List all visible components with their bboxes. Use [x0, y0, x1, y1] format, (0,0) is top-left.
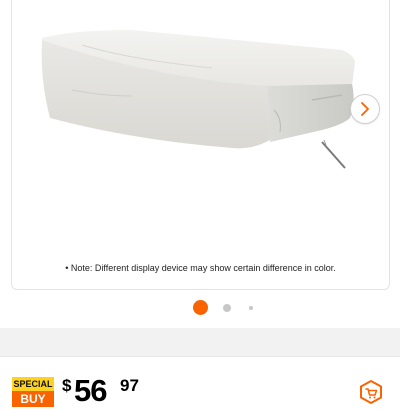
carousel-dot-2[interactable]: [223, 304, 231, 312]
chevron-right-icon: [361, 102, 369, 116]
carousel-dot-3[interactable]: [249, 306, 253, 310]
add-to-cart-button[interactable]: [358, 379, 384, 405]
price-cents: 97: [120, 376, 139, 395]
section-divider: [0, 328, 400, 356]
special-buy-badge-line1: SPECIAL: [12, 377, 54, 391]
special-buy-badge: SPECIAL BUY: [12, 377, 54, 407]
price-bar: SPECIAL BUY $ 56 97: [0, 356, 400, 408]
color-disclaimer-note: • Note: Different display device may sho…: [65, 263, 336, 273]
price-currency: $: [62, 376, 72, 395]
special-buy-badge-line2: BUY: [20, 392, 46, 406]
cart-icon: [360, 380, 382, 404]
carousel-dot-1[interactable]: [193, 300, 208, 315]
product-image-card: • Note: Different display device may sho…: [11, 0, 390, 290]
carousel-pagination: [0, 300, 400, 316]
price-dollars: 56: [74, 373, 107, 408]
product-image: [41, 30, 355, 169]
next-image-button[interactable]: [350, 94, 380, 124]
